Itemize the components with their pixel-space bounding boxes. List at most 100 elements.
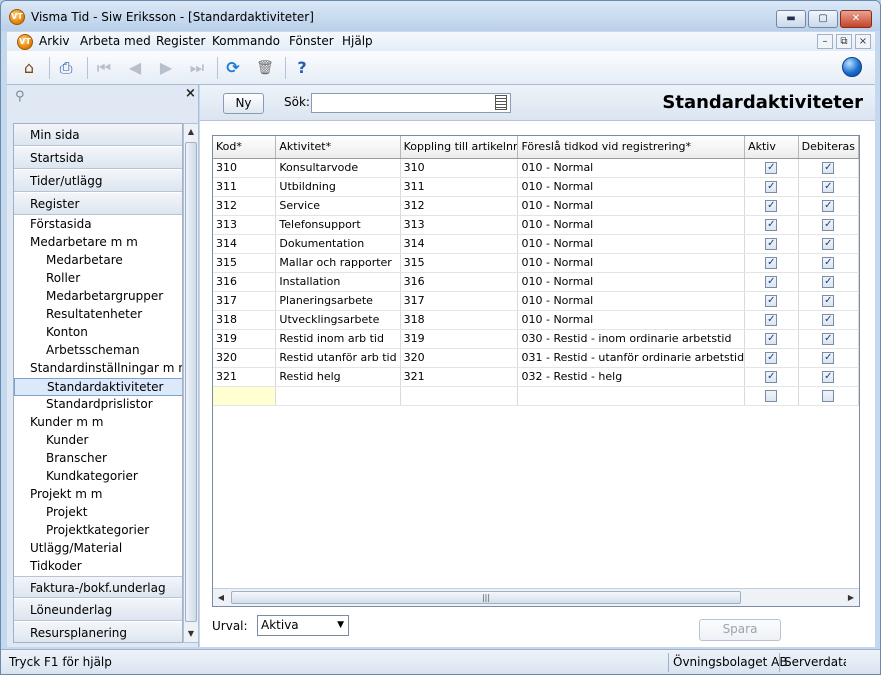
cell-tidkod[interactable]: 010 - Normal	[517, 253, 746, 273]
table-row[interactable]: 311 Utbildning 311 010 - Normal ✓ ✓	[213, 177, 859, 197]
mdi-restore-button[interactable]: ⧉	[836, 34, 852, 49]
nav-bar-min-sida[interactable]: Min sida	[14, 124, 182, 146]
cell-artikel[interactable]: 320	[400, 348, 519, 368]
aktiv-checkbox[interactable]: ✓	[765, 162, 778, 174]
delete-icon[interactable]: 🗑	[253, 56, 277, 80]
sidebar-item[interactable]: Roller	[14, 270, 182, 288]
cell-aktivitet[interactable]: Restid helg	[275, 367, 401, 387]
aktiv-checkbox[interactable]: ✓	[765, 371, 778, 383]
table-row[interactable]: 317 Planeringsarbete 317 010 - Normal ✓ ✓	[213, 291, 859, 311]
debiteras-checkbox[interactable]: ✓	[822, 238, 835, 250]
sidebar-scroll-thumb[interactable]	[185, 142, 197, 622]
cell-kod[interactable]: 310	[213, 158, 277, 178]
sidebar-item[interactable]: Konton	[14, 324, 182, 342]
cell-tidkod[interactable]: 030 - Restid - inom ordinarie arbetstid	[517, 329, 746, 349]
new-row[interactable]	[213, 386, 859, 406]
debiteras-checkbox[interactable]: ✓	[822, 333, 835, 345]
cell-tidkod[interactable]: 010 - Normal	[517, 310, 746, 330]
aktiv-checkbox[interactable]: ✓	[765, 257, 778, 269]
cell-aktivitet[interactable]: Telefonsupport	[275, 215, 401, 235]
cell-tidkod[interactable]: 031 - Restid - utanför ordinarie arbetst…	[517, 348, 746, 368]
close-window-button[interactable]: ✕	[840, 10, 872, 28]
cell-aktivitet[interactable]: Mallar och rapporter	[275, 253, 401, 273]
print-icon[interactable]: ⎙	[54, 56, 78, 80]
cell-kod[interactable]: 313	[213, 215, 277, 235]
last-record-icon[interactable]: ⏭	[185, 56, 209, 80]
cell-kod[interactable]: 318	[213, 310, 277, 330]
sidebar-item[interactable]: Utlägg/Material	[14, 540, 182, 558]
sidebar-item[interactable]: Kunder	[14, 432, 182, 450]
cell-tidkod[interactable]: 010 - Normal	[517, 272, 746, 292]
cell-aktivitet[interactable]: Utvecklingsarbete	[275, 310, 401, 330]
debiteras-checkbox[interactable]: ✓	[822, 162, 835, 174]
cell-artikel[interactable]: 314	[400, 234, 519, 254]
new-button[interactable]: Ny	[223, 93, 264, 114]
nav-bar-startsida[interactable]: Startsida	[14, 147, 182, 169]
aktiv-checkbox[interactable]: ✓	[765, 238, 778, 250]
cell-kod[interactable]: 320	[213, 348, 277, 368]
home-icon[interactable]: ⌂	[17, 56, 41, 80]
sidebar-item[interactable]: Standardprislistor	[14, 396, 182, 414]
aktiv-checkbox[interactable]: ✓	[765, 200, 778, 212]
cell-aktivitet[interactable]	[275, 386, 401, 406]
cell-aktivitet[interactable]: Utbildning	[275, 177, 401, 197]
sidebar-item[interactable]: Kunder m m	[14, 414, 182, 432]
cell-artikel[interactable]: 318	[400, 310, 519, 330]
cell-artikel[interactable]: 313	[400, 215, 519, 235]
pin-icon[interactable]: ⚲	[15, 89, 25, 104]
sidebar-item[interactable]: Förstasida	[14, 216, 182, 234]
globe-icon[interactable]	[842, 57, 862, 77]
maximize-button[interactable]: ▢	[808, 10, 838, 28]
cell-kod[interactable]: 314	[213, 234, 277, 254]
cell-aktivitet[interactable]: Restid inom arb tid	[275, 329, 401, 349]
grid-scroll-thumb[interactable]: |||	[231, 591, 741, 604]
debiteras-checkbox[interactable]: ✓	[822, 200, 835, 212]
cell-artikel[interactable]: 310	[400, 158, 519, 178]
cell-tidkod[interactable]: 010 - Normal	[517, 215, 746, 235]
debiteras-checkbox[interactable]: ✓	[822, 257, 835, 269]
sidebar-item[interactable]: Projekt m m	[14, 486, 182, 504]
cell-artikel[interactable]: 317	[400, 291, 519, 311]
menu-kommando[interactable]: Kommando	[212, 34, 280, 48]
table-row[interactable]: 314 Dokumentation 314 010 - Normal ✓ ✓	[213, 234, 859, 254]
column-header-aktivitet[interactable]: Aktivitet*	[275, 136, 401, 159]
sidebar-item[interactable]: Tidkoder	[14, 558, 182, 576]
cell-artikel[interactable]	[400, 386, 519, 406]
aktiv-checkbox[interactable]	[765, 390, 778, 402]
sidebar-close-button[interactable]: ×	[185, 86, 196, 101]
cell-tidkod[interactable]: 010 - Normal	[517, 291, 746, 311]
sidebar-item[interactable]: Medarbetare	[14, 252, 182, 270]
aktiv-checkbox[interactable]: ✓	[765, 219, 778, 231]
debiteras-checkbox[interactable]: ✓	[822, 295, 835, 307]
cell-tidkod[interactable]: 010 - Normal	[517, 234, 746, 254]
scroll-left-arrow-icon[interactable]: ◀	[213, 589, 229, 606]
cell-artikel[interactable]: 315	[400, 253, 519, 273]
next-record-icon[interactable]: ▶	[154, 56, 178, 80]
minimize-button[interactable]: ▬	[776, 10, 806, 28]
aktiv-checkbox[interactable]: ✓	[765, 333, 778, 345]
sidebar-item[interactable]: Medarbetargrupper	[14, 288, 182, 306]
cell-kod[interactable]: 321	[213, 367, 277, 387]
help-doc-icon[interactable]: ?	[290, 56, 314, 80]
refresh-icon[interactable]: ⟳	[221, 56, 245, 80]
cell-aktivitet[interactable]: Restid utanför arb tid	[275, 348, 401, 368]
cell-tidkod[interactable]: 032 - Restid - helg	[517, 367, 746, 387]
menu-fonster[interactable]: Fönster	[289, 34, 334, 48]
cell-kod[interactable]: 312	[213, 196, 277, 216]
cell-artikel[interactable]: 321	[400, 367, 519, 387]
table-row[interactable]: 312 Service 312 010 - Normal ✓ ✓	[213, 196, 859, 216]
cell-kod[interactable]: 316	[213, 272, 277, 292]
grid-horizontal-scrollbar[interactable]: ◀ ||| ▶	[213, 588, 859, 606]
menu-hjalp[interactable]: Hjälp	[342, 34, 373, 48]
sidebar-item[interactable]: Standardinställningar m m	[14, 360, 182, 378]
nav-bar-faktura[interactable]: Faktura-/bokf.underlag	[14, 576, 182, 598]
table-row[interactable]: 310 Konsultarvode 310 010 - Normal ✓ ✓	[213, 158, 859, 178]
aktiv-checkbox[interactable]: ✓	[765, 314, 778, 326]
mdi-close-button[interactable]: ×	[855, 34, 871, 49]
debiteras-checkbox[interactable]: ✓	[822, 352, 835, 364]
column-header-aktiv[interactable]: Aktiv	[744, 136, 799, 159]
nav-bar-loneunderlag[interactable]: Löneunderlag	[14, 599, 182, 621]
menu-register[interactable]: Register	[156, 34, 205, 48]
column-header-tidkod[interactable]: Föreslå tidkod vid registrering*	[517, 136, 746, 159]
cell-aktivitet[interactable]: Konsultarvode	[275, 158, 401, 178]
